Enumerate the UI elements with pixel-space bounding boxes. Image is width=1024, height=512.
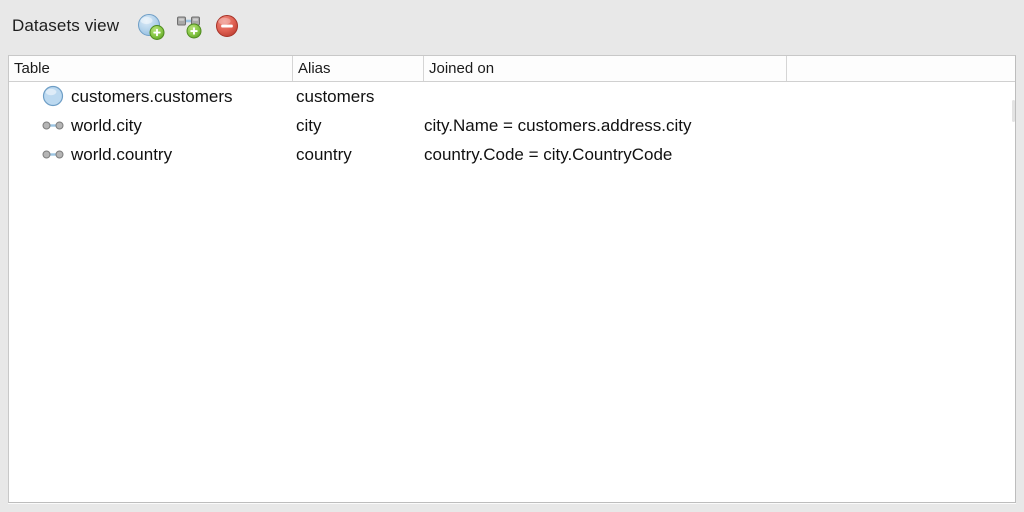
join-link-icon <box>41 140 71 169</box>
join-link-icon <box>41 111 71 140</box>
table-row[interactable]: world.country country country.Code = cit… <box>9 140 1015 169</box>
page-title: Datasets view <box>12 16 120 35</box>
table-body: customers.customers customers world.city <box>9 82 1015 169</box>
cell-joined-on: country.Code = city.CountryCode <box>424 145 673 164</box>
cell-alias: city <box>296 116 322 135</box>
vertical-scrollbar[interactable] <box>1012 82 1015 502</box>
red-minus-circle-icon <box>216 15 239 37</box>
cell-joined-on: city.Name = customers.address.city <box>424 116 692 135</box>
toolbar-actions <box>135 11 243 41</box>
scrollbar-thumb[interactable] <box>1012 100 1015 122</box>
datasets-table-panel: Table Alias Joined on customers.customer… <box>8 55 1016 503</box>
column-header-extra[interactable] <box>786 56 1015 81</box>
table-row[interactable]: customers.customers customers <box>9 82 1015 111</box>
column-header-table[interactable]: Table <box>9 56 292 81</box>
cell-alias: country <box>296 145 352 164</box>
blue-sphere-plus-icon <box>138 14 165 40</box>
cell-joined-on <box>424 82 787 111</box>
cell-table: world.country <box>9 140 292 169</box>
cell-table: customers.customers <box>9 82 292 111</box>
remove-button[interactable] <box>211 11 243 41</box>
cell-table: world.city <box>9 111 292 140</box>
table-name: world.city <box>71 116 142 135</box>
blue-circle-icon <box>41 82 71 111</box>
toolbar: Datasets view <box>0 0 1024 52</box>
table-name: customers.customers <box>71 87 233 106</box>
column-header-alias[interactable]: Alias <box>292 56 423 81</box>
column-header-joined-on[interactable]: Joined on <box>423 56 786 81</box>
add-dataset-button[interactable] <box>135 11 167 41</box>
datasets-view-window: Datasets view Table Alias Joined on cust… <box>0 0 1024 512</box>
table-row[interactable]: world.city city city.Name = customers.ad… <box>9 111 1015 140</box>
add-join-button[interactable] <box>173 11 205 41</box>
join-nodes-plus-icon <box>177 16 202 39</box>
table-header-row: Table Alias Joined on <box>9 56 1015 82</box>
table-name: world.country <box>71 145 173 164</box>
cell-alias: customers <box>296 87 375 106</box>
